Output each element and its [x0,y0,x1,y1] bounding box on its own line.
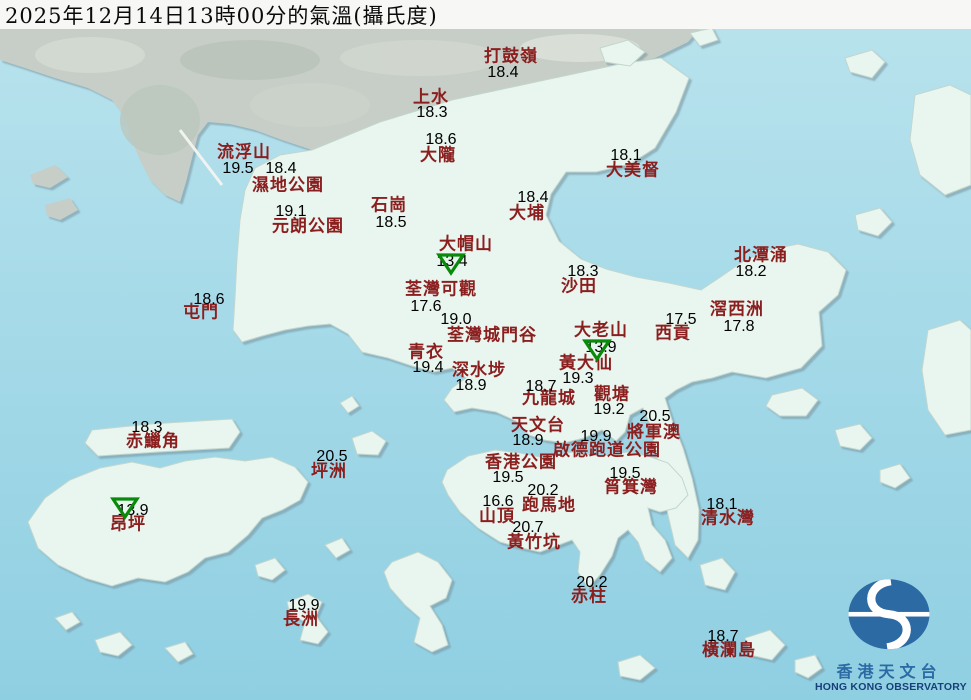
station-temp: 19.1 [275,204,306,220]
station-label: 沙田 [561,279,597,296]
hko-logo-name-zh: 香港天文台 [815,662,963,681]
station-temp: 18.7 [525,379,556,395]
station-temp: 19.3 [562,371,593,387]
station-temp: 19.5 [492,470,523,486]
station-label: 將軍澳 [627,425,681,442]
hko-logo: 香港天文台 HONG KONG OBSERVATORY [815,577,963,695]
station-temp: 18.1 [706,497,737,513]
station-label: 大埔 [509,206,545,223]
station-temp: 18.9 [455,378,486,394]
mountain-marker-icon [582,338,612,362]
station-temp: 19.5 [609,466,640,482]
station-label: 跑馬地 [522,498,576,515]
station-label: 大帽山 [439,237,493,254]
station-label: 濕地公園 [252,178,324,195]
station-temp: 19.9 [288,598,319,614]
station-temp: 18.3 [567,264,598,280]
station-temp: 18.2 [735,264,766,280]
station-label: 坪洲 [311,464,347,481]
station-label: 大老山 [574,323,628,340]
title-bar: 2025年12月14日13時00分的氣溫(攝氏度) [0,0,971,29]
station-temp: 18.3 [131,420,162,436]
station-temp: 19.0 [440,312,471,328]
station-label: 大隴 [420,148,456,165]
station-temp: 17.5 [665,312,696,328]
station-label: 大美督 [606,163,660,180]
mountain-marker-icon [436,252,466,276]
station-temp: 16.6 [482,494,513,510]
station-temp: 20.2 [527,483,558,499]
station-label: 石崗 [371,198,407,215]
station-label: 黃竹坑 [507,535,561,552]
station-label: 山頂 [479,509,515,526]
hko-logo-icon [843,577,935,657]
station-temp: 20.7 [512,520,543,536]
station-temp: 19.5 [222,161,253,177]
station-temp: 18.3 [416,105,447,121]
station-label: 荃灣城門谷 [447,328,537,345]
station-temp: 18.4 [517,190,548,206]
station-temp: 18.6 [193,292,224,308]
station-label: 赤鱲角 [126,434,180,451]
station-label: 元朗公園 [272,219,344,236]
station-temp: 20.2 [576,575,607,591]
station-temp: 18.9 [512,433,543,449]
station-label: 北潭涌 [734,248,788,265]
station-label: 西貢 [655,326,691,343]
station-label: 筲箕灣 [604,480,658,497]
page-title: 2025年12月14日13時00分的氣溫(攝氏度) [0,0,438,30]
station-label: 打鼓嶺 [484,49,538,66]
station-label: 滘西洲 [710,302,764,319]
station-temp: 17.6 [410,299,441,315]
hko-logo-name-en: HONG KONG OBSERVATORY [815,681,963,695]
temperature-map-screenshot: 2025年12月14日13時00分的氣溫(攝氏度) 打鼓嶺18.4上水18.3大… [0,0,971,700]
station-temp: 19.2 [593,402,624,418]
station-temp: 18.4 [487,65,518,81]
station-label: 橫瀾島 [702,643,756,660]
station-temp: 20.5 [639,409,670,425]
station-temp: 18.4 [265,161,296,177]
station-temp: 18.7 [707,629,738,645]
station-temp: 17.8 [723,319,754,335]
station-temp: 18.1 [610,148,641,164]
station-temp: 20.5 [316,449,347,465]
mountain-marker-icon [110,496,140,520]
station-label: 赤柱 [571,589,607,606]
station-temp: 19.9 [580,429,611,445]
station-label: 荃灣可觀 [405,282,477,299]
station-label: 啟德跑道公園 [553,443,661,460]
station-label: 長洲 [283,612,319,629]
station-temp: 18.5 [375,215,406,231]
station-temp: 18.6 [425,132,456,148]
station-label: 清水灣 [701,511,755,528]
station-label: 流浮山 [217,145,271,162]
station-temp: 19.4 [412,360,443,376]
